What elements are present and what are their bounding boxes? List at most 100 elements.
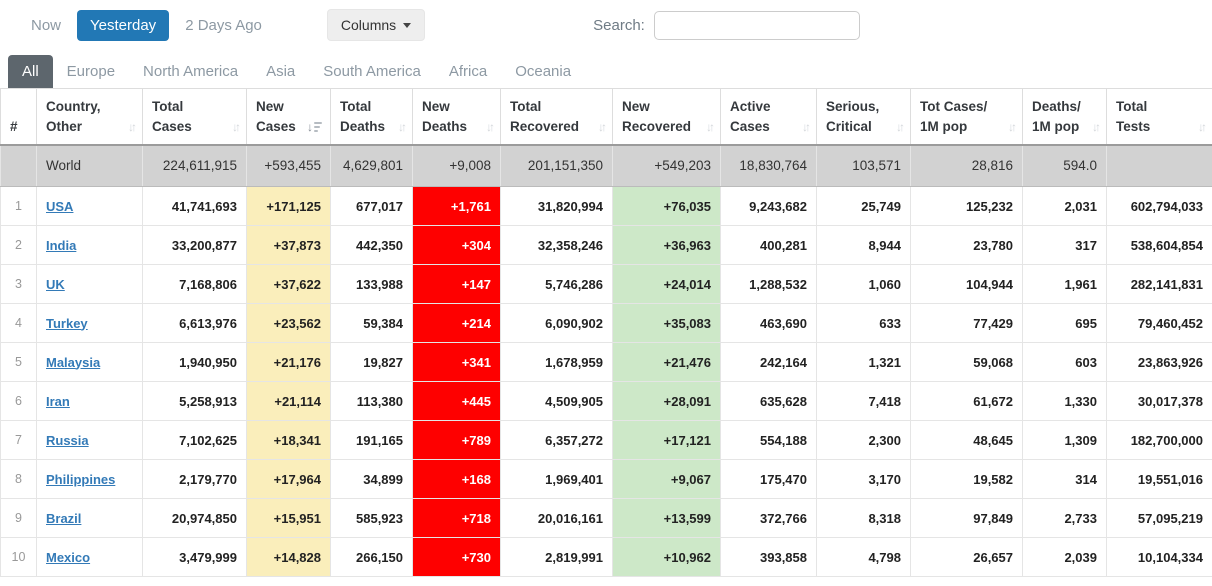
cell-new_cases: +18,341 [247, 421, 331, 460]
cell-total_recovered: 20,016,161 [501, 499, 613, 538]
cell-new_deaths: +304 [413, 226, 501, 265]
header-line2: Recovered [510, 117, 579, 137]
cell-serious_critical: 1,060 [817, 265, 911, 304]
country-link-russia[interactable]: Russia [46, 433, 89, 448]
cell-total_deaths: 677,017 [331, 187, 413, 226]
header-line1: Total [152, 97, 238, 117]
table-header-row: #Country,Other↓↑TotalCases↓↑NewCases↓Tot… [1, 89, 1212, 145]
sort-both-icon: ↓↑ [232, 119, 238, 136]
cell-total_cases: 6,613,976 [143, 304, 247, 343]
time-filter-yesterday[interactable]: Yesterday [77, 10, 169, 41]
cell-cases_per_1m: 77,429 [911, 304, 1023, 343]
cell-cases_per_1m: 26,657 [911, 538, 1023, 577]
cell-new_deaths: +168 [413, 460, 501, 499]
tab-south-america[interactable]: South America [309, 55, 435, 88]
cell-deaths_per_1m: 1,309 [1023, 421, 1107, 460]
tab-asia[interactable]: Asia [252, 55, 309, 88]
sort-both-icon: ↓↑ [706, 119, 712, 136]
cell-new_deaths: +1,761 [413, 187, 501, 226]
cell-deaths_per_1m: 594.0 [1023, 145, 1107, 187]
country-link-malaysia[interactable]: Malaysia [46, 355, 100, 370]
cell-active_cases: 9,243,682 [721, 187, 817, 226]
cell-serious_critical: 4,798 [817, 538, 911, 577]
cell-new_recovered: +36,963 [613, 226, 721, 265]
cell-new_cases: +593,455 [247, 145, 331, 187]
sort-both-icon: ↓↑ [1198, 119, 1204, 136]
cell-deaths_per_1m: 314 [1023, 460, 1107, 499]
tab-europe[interactable]: Europe [53, 55, 129, 88]
country-link-mexico[interactable]: Mexico [46, 550, 90, 565]
table-row: 5Malaysia1,940,950+21,17619,827+3411,678… [1, 343, 1212, 382]
cell-new_deaths: +9,008 [413, 145, 501, 187]
column-header-new_deaths[interactable]: NewDeaths↓↑ [413, 89, 501, 145]
cell-deaths_per_1m: 2,031 [1023, 187, 1107, 226]
country-link-india[interactable]: India [46, 238, 76, 253]
cell-active_cases: 175,470 [721, 460, 817, 499]
cell-rank: 2 [1, 226, 37, 265]
cell-country: India [37, 226, 143, 265]
cell-serious_critical: 3,170 [817, 460, 911, 499]
header-line2: Cases [730, 117, 770, 137]
column-header-cases_per_1m[interactable]: Tot Cases/1M pop↓↑ [911, 89, 1023, 145]
header-line2: Recovered [622, 117, 691, 137]
search-input[interactable] [654, 11, 860, 40]
cell-deaths_per_1m: 2,733 [1023, 499, 1107, 538]
country-link-uk[interactable]: UK [46, 277, 65, 292]
cell-new_recovered: +13,599 [613, 499, 721, 538]
cell-rank: 3 [1, 265, 37, 304]
cell-total_deaths: 191,165 [331, 421, 413, 460]
tab-oceania[interactable]: Oceania [501, 55, 585, 88]
cell-deaths_per_1m: 317 [1023, 226, 1107, 265]
cell-total_deaths: 442,350 [331, 226, 413, 265]
country-link-philippines[interactable]: Philippines [46, 472, 115, 487]
column-header-active_cases[interactable]: ActiveCases↓↑ [721, 89, 817, 145]
country-link-brazil[interactable]: Brazil [46, 511, 81, 526]
cell-serious_critical: 633 [817, 304, 911, 343]
header-line2: 1M pop [1032, 117, 1079, 137]
column-header-new_recovered[interactable]: NewRecovered↓↑ [613, 89, 721, 145]
cell-total_tests: 182,700,000 [1107, 421, 1212, 460]
cell-new_deaths: +445 [413, 382, 501, 421]
cell-active_cases: 393,858 [721, 538, 817, 577]
header-line2: # [10, 117, 18, 137]
cell-new_deaths: +789 [413, 421, 501, 460]
cell-total_tests: 19,551,016 [1107, 460, 1212, 499]
cell-total_tests [1107, 145, 1212, 187]
cell-total_deaths: 34,899 [331, 460, 413, 499]
cell-active_cases: 372,766 [721, 499, 817, 538]
tab-north-america[interactable]: North America [129, 55, 252, 88]
column-header-deaths_per_1m[interactable]: Deaths/1M pop↓↑ [1023, 89, 1107, 145]
cell-total_deaths: 19,827 [331, 343, 413, 382]
cell-country: Russia [37, 421, 143, 460]
columns-button[interactable]: Columns [327, 9, 425, 41]
time-filter-now[interactable]: Now [18, 10, 74, 41]
column-header-country[interactable]: Country,Other↓↑ [37, 89, 143, 145]
cell-deaths_per_1m: 1,961 [1023, 265, 1107, 304]
cell-serious_critical: 8,318 [817, 499, 911, 538]
cell-total_cases: 7,102,625 [143, 421, 247, 460]
table-row: 1USA41,741,693+171,125677,017+1,76131,82… [1, 187, 1212, 226]
cell-new_recovered: +35,083 [613, 304, 721, 343]
cell-country: Iran [37, 382, 143, 421]
cell-rank: 7 [1, 421, 37, 460]
column-header-new_cases[interactable]: NewCases↓ [247, 89, 331, 145]
header-line2: 1M pop [920, 117, 967, 137]
cell-new_cases: +23,562 [247, 304, 331, 343]
column-header-serious_critical[interactable]: Serious,Critical↓↑ [817, 89, 911, 145]
country-link-usa[interactable]: USA [46, 199, 73, 214]
tab-africa[interactable]: Africa [435, 55, 501, 88]
column-header-total_tests[interactable]: TotalTests↓↑ [1107, 89, 1212, 145]
column-header-total_recovered[interactable]: TotalRecovered↓↑ [501, 89, 613, 145]
country-link-iran[interactable]: Iran [46, 394, 70, 409]
time-filter-2-days-ago[interactable]: 2 Days Ago [172, 10, 275, 41]
table-row: 3UK7,168,806+37,622133,988+1475,746,286+… [1, 265, 1212, 304]
country-link-turkey[interactable]: Turkey [46, 316, 88, 331]
tab-all[interactable]: All [8, 55, 53, 88]
header-line2: Critical [826, 117, 872, 137]
cell-total_tests: 602,794,033 [1107, 187, 1212, 226]
cell-total_recovered: 32,358,246 [501, 226, 613, 265]
column-header-total_cases[interactable]: TotalCases↓↑ [143, 89, 247, 145]
cell-serious_critical: 25,749 [817, 187, 911, 226]
table-row: 4Turkey6,613,976+23,56259,384+2146,090,9… [1, 304, 1212, 343]
column-header-total_deaths[interactable]: TotalDeaths↓↑ [331, 89, 413, 145]
